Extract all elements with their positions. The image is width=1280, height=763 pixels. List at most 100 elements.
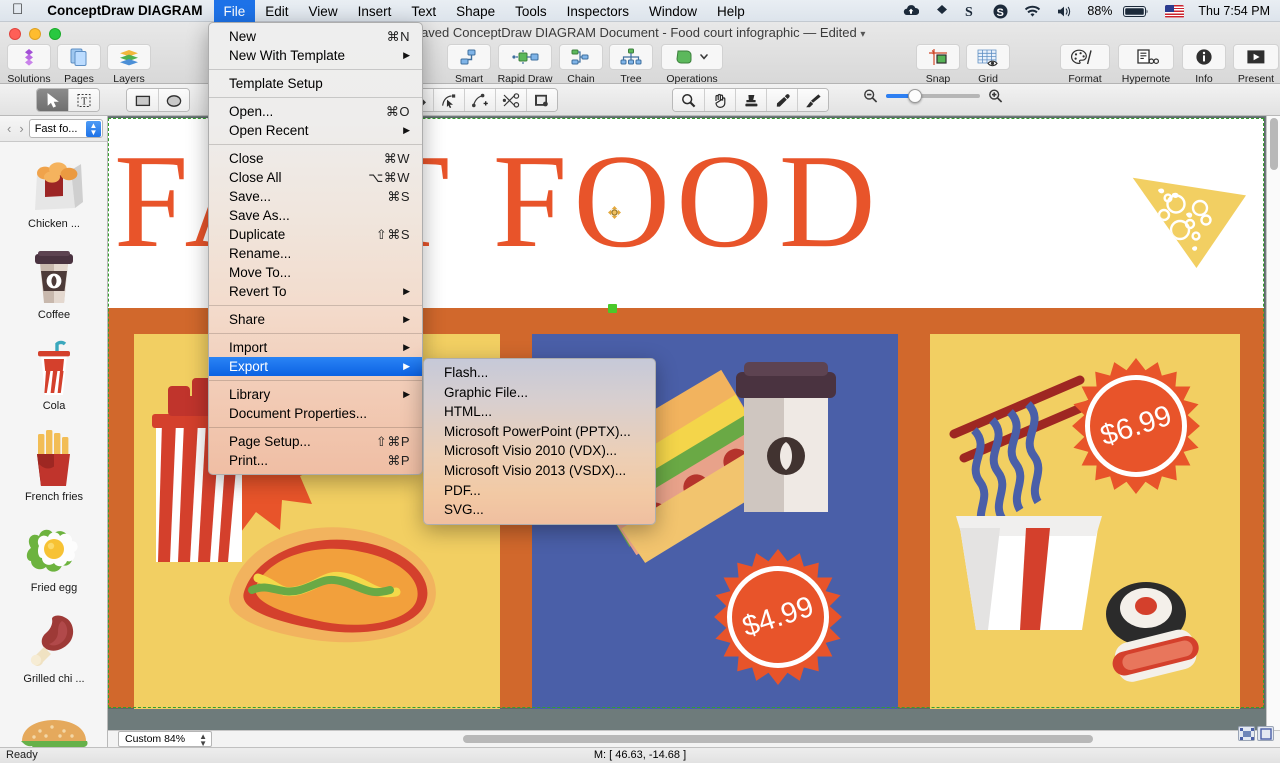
menu-item-library[interactable]: Library ▶ [209,385,422,404]
menu-inspectors[interactable]: Inspectors [557,0,639,22]
operations-button[interactable]: Operations [656,44,728,85]
zoom-slider[interactable] [886,94,980,98]
text-select-tool-icon[interactable]: T [68,89,99,112]
noodles-panel[interactable]: $6.99 [930,334,1240,709]
us-flag-icon[interactable] [1157,0,1192,22]
skitch-icon[interactable]: S [957,0,985,22]
grid-button[interactable]: Grid [963,44,1013,85]
apple-menu-icon[interactable]:  [0,2,36,17]
wifi-icon[interactable] [1016,0,1049,22]
menu-item-template-setup[interactable]: Template Setup [209,74,422,93]
export-item-pdf[interactable]: PDF... [424,481,655,501]
chain-button[interactable]: Chain [556,44,606,85]
chevron-left-icon[interactable]: ‹ [4,121,14,136]
layers-button[interactable]: Layers [104,44,154,85]
menu-item-move-to[interactable]: Move To... [209,263,422,282]
node-edit-tool-icon[interactable] [433,89,464,112]
info-button[interactable]: Info [1179,44,1229,85]
menu-item-close[interactable]: Close ⌘W [209,149,422,168]
export-item-visio-2010[interactable]: Microsoft Visio 2010 (VDX)... [424,441,655,461]
horizontal-scrollbar[interactable] [108,730,1280,747]
vertical-scrollbar[interactable] [1266,116,1280,730]
pages-button[interactable]: Pages [54,44,104,85]
menu-item-print[interactable]: Print... ⌘P [209,451,422,470]
hand-tool-icon[interactable] [704,89,735,112]
shape-list[interactable]: Chicken ... Coffee [0,142,107,747]
menu-view[interactable]: View [299,0,348,22]
stepper-updown-icon[interactable]: ▲▼ [199,733,207,747]
format-button[interactable]: Format [1057,44,1113,85]
menu-window[interactable]: Window [639,0,707,22]
zoom-out-icon[interactable] [862,88,879,104]
pizza-slice-icon[interactable] [1128,158,1246,268]
menu-item-document-properties[interactable]: Document Properties... [209,404,422,423]
file-dropdown-menu[interactable]: New ⌘N New With Template ▶ Template Setu… [208,22,423,475]
shape-item-chicken[interactable]: Chicken ... [0,142,107,233]
export-item-svg[interactable]: SVG... [424,500,655,520]
menu-item-rename[interactable]: Rename... [209,244,422,263]
export-item-flash[interactable]: Flash... [424,363,655,383]
pointer-tool-icon[interactable] [37,89,68,112]
snap-button[interactable]: Snap [913,44,963,85]
smart-button[interactable]: Smart [444,44,494,85]
volume-icon[interactable] [1049,0,1081,22]
shape-item-fried-egg[interactable]: Fried egg [0,506,107,597]
text-anchor-handle[interactable] [608,206,619,217]
menu-shape[interactable]: Shape [446,0,505,22]
hypernote-button[interactable]: Hypernote [1113,44,1179,85]
paintbrush-tool-icon[interactable] [797,89,828,112]
menu-help[interactable]: Help [707,0,755,22]
export-item-powerpoint[interactable]: Microsoft PowerPoint (PPTX)... [424,422,655,442]
menu-item-import[interactable]: Import ▶ [209,338,422,357]
cut-path-tool-icon[interactable] [495,89,526,112]
menubar-clock[interactable]: Thu 7:54 PM [1192,4,1280,18]
menu-item-revert-to[interactable]: Revert To ▶ [209,282,422,301]
zoom-level-selector[interactable]: Custom 84% ▲▼ [118,731,212,747]
zoom-tool-icon[interactable] [673,89,704,112]
cloud-upload-icon[interactable] [895,0,927,22]
shape-item-hamburger[interactable] [0,688,107,747]
menu-tools[interactable]: Tools [505,0,557,22]
menu-insert[interactable]: Insert [348,0,402,22]
shape-item-grilled-chicken[interactable]: Grilled chi ... [0,597,107,688]
skype-icon[interactable]: S [985,0,1016,22]
menu-text[interactable]: Text [401,0,446,22]
active-app-name[interactable]: ConceptDraw DIAGRAM [36,3,213,18]
shape-item-cola[interactable]: Cola [0,324,107,415]
menu-item-page-setup[interactable]: Page Setup... ⇧⌘P [209,432,422,451]
rapid-draw-button[interactable]: Rapid Draw [494,44,556,85]
selection-handle-top[interactable] [608,304,617,313]
menu-file[interactable]: File [214,0,256,22]
rectangle-tool-icon[interactable] [127,89,158,112]
stamp-tool-icon[interactable] [735,89,766,112]
shape-item-coffee[interactable]: Coffee [0,233,107,324]
horizontal-scrollbar-thumb[interactable] [463,735,1093,743]
solutions-button[interactable]: Solutions [4,44,54,85]
menu-item-open-recent[interactable]: Open Recent ▶ [209,121,422,140]
add-node-tool-icon[interactable] [464,89,495,112]
eyedropper-tool-icon[interactable] [766,89,797,112]
menu-item-close-all[interactable]: Close All ⌥⌘W [209,168,422,187]
fit-page-icon[interactable] [1238,726,1255,741]
menu-item-new[interactable]: New ⌘N [209,27,422,46]
zoom-in-icon[interactable] [987,88,1004,104]
page-nav-icon[interactable] [1257,726,1274,741]
library-selector[interactable]: Fast fo... ▲▼ [29,119,103,138]
menu-item-export[interactable]: Export ▶ [209,357,422,376]
present-button[interactable]: Present [1229,44,1280,85]
tree-button[interactable]: Tree [606,44,656,85]
price-badge-2[interactable]: $4.99 [710,549,846,685]
title-chevron-down-icon[interactable]: ▾ [860,29,865,40]
chevron-right-icon[interactable]: › [16,121,26,136]
zoom-slider-handle[interactable] [908,89,922,103]
price-badge-3[interactable]: $6.99 [1068,358,1204,494]
export-item-html[interactable]: HTML... [424,402,655,422]
export-item-visio-2013[interactable]: Microsoft Visio 2013 (VSDX)... [424,461,655,481]
vertical-scrollbar-thumb[interactable] [1270,118,1278,170]
export-item-graphic-file[interactable]: Graphic File... [424,383,655,403]
shadow-tool-icon[interactable] [526,89,557,112]
menu-item-save[interactable]: Save... ⌘S [209,187,422,206]
menu-item-duplicate[interactable]: Duplicate ⇧⌘S [209,225,422,244]
menu-item-new-with-template[interactable]: New With Template ▶ [209,46,422,65]
menu-item-open[interactable]: Open... ⌘O [209,102,422,121]
